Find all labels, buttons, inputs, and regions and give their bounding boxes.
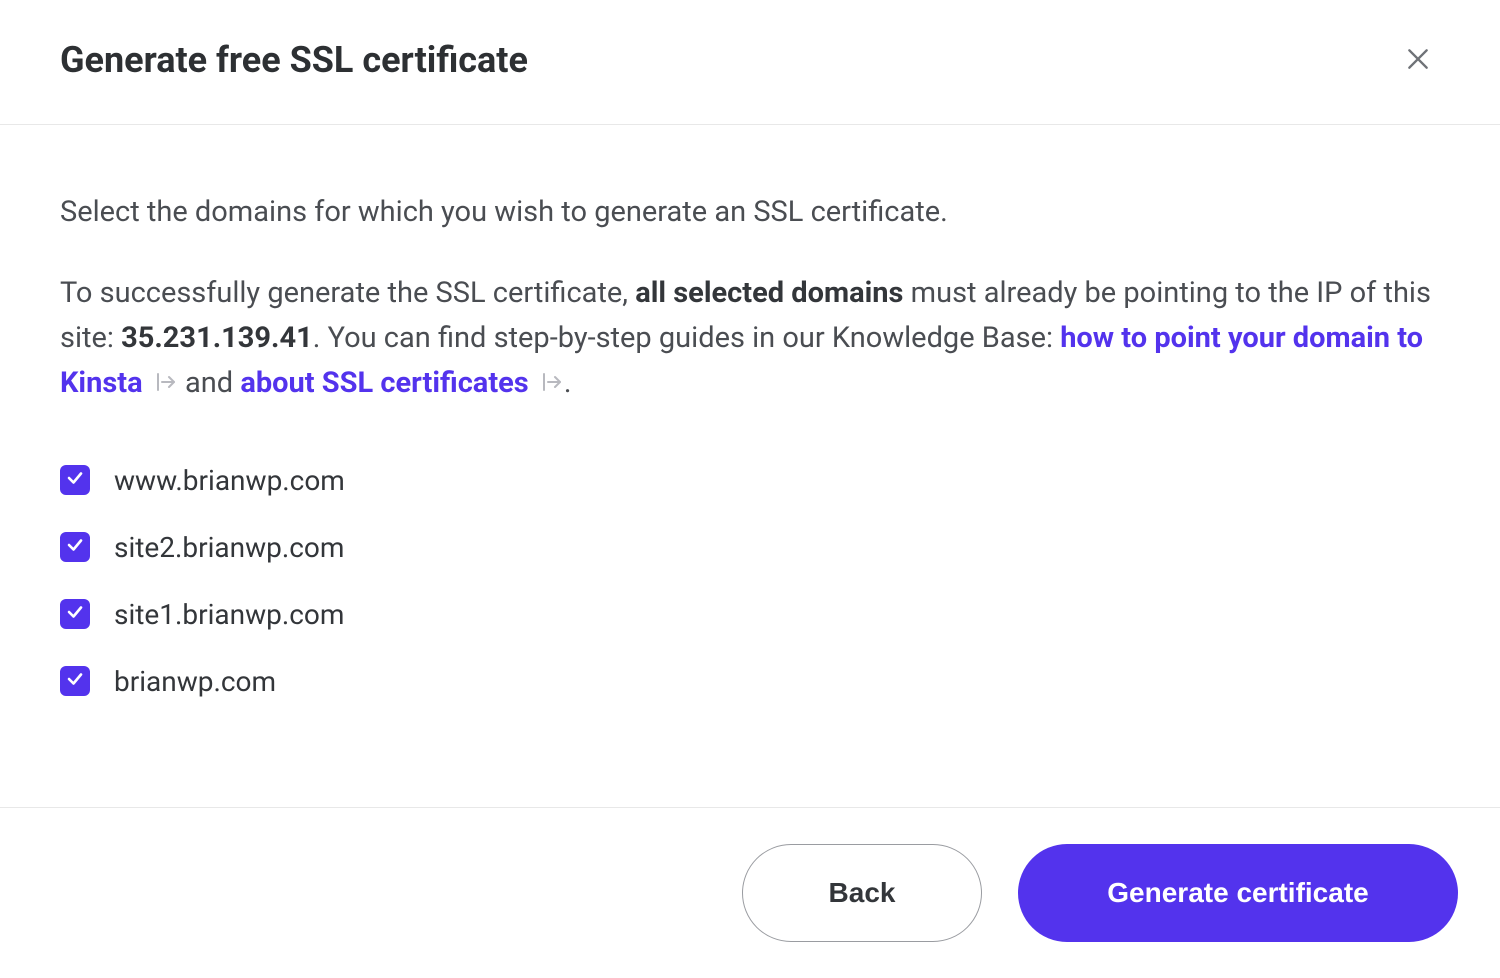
- ip-address: 35.231.139.41: [121, 321, 313, 355]
- help-segment: and: [178, 366, 241, 400]
- domain-label: site1.brianwp.com: [114, 598, 344, 631]
- close-icon: [1405, 46, 1431, 75]
- domain-row[interactable]: site2.brianwp.com: [60, 531, 1440, 564]
- intro-text: Select the domains for which you wish to…: [60, 190, 1440, 235]
- check-icon: [66, 469, 84, 491]
- generate-certificate-button[interactable]: Generate certificate: [1018, 844, 1458, 942]
- domain-row[interactable]: brianwp.com: [60, 665, 1440, 698]
- domain-label: site2.brianwp.com: [114, 531, 344, 564]
- help-text: To successfully generate the SSL certifi…: [60, 271, 1440, 406]
- modal-body: Select the domains for which you wish to…: [0, 125, 1500, 807]
- help-segment: To successfully generate the SSL certifi…: [60, 276, 635, 310]
- domain-row[interactable]: www.brianwp.com: [60, 464, 1440, 497]
- close-button[interactable]: [1396, 38, 1440, 82]
- domain-label: www.brianwp.com: [114, 464, 345, 497]
- domain-checkbox[interactable]: [60, 666, 90, 696]
- help-segment: . You can find step-by-step guides in ou…: [313, 321, 1060, 355]
- domain-row[interactable]: site1.brianwp.com: [60, 598, 1440, 631]
- domain-checkbox[interactable]: [60, 599, 90, 629]
- domain-checkbox[interactable]: [60, 532, 90, 562]
- domain-checkbox[interactable]: [60, 465, 90, 495]
- back-button[interactable]: Back: [742, 844, 982, 942]
- domain-label: brianwp.com: [114, 665, 276, 698]
- ssl-modal: Generate free SSL certificate Select the…: [0, 0, 1500, 978]
- check-icon: [66, 670, 84, 692]
- help-bold: all selected domains: [635, 276, 903, 310]
- external-link-icon: [538, 370, 562, 394]
- check-icon: [66, 536, 84, 558]
- modal-header: Generate free SSL certificate: [0, 0, 1500, 125]
- modal-footer: Back Generate certificate: [0, 807, 1500, 978]
- domain-list: www.brianwp.com site2.brianwp.com site1.…: [60, 464, 1440, 698]
- help-segment: .: [564, 366, 572, 400]
- kb-link-ssl[interactable]: about SSL certificates: [240, 366, 528, 400]
- external-link-icon: [152, 370, 176, 394]
- modal-title: Generate free SSL certificate: [60, 39, 528, 81]
- check-icon: [66, 603, 84, 625]
